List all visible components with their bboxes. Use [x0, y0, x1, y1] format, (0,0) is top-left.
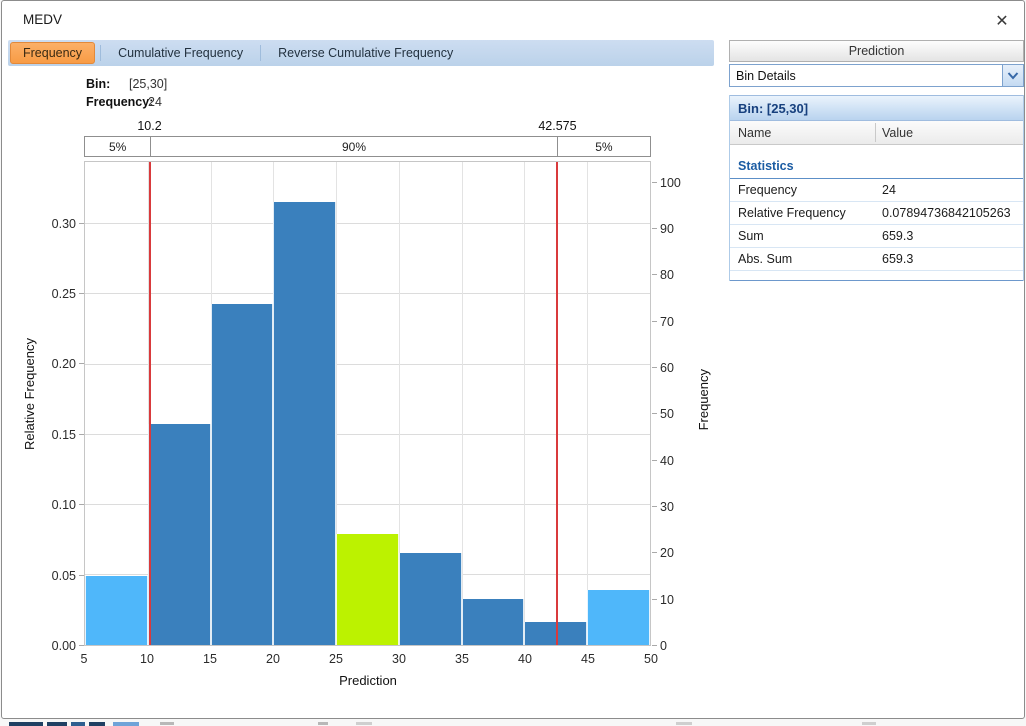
window-title: MEDV — [23, 12, 62, 27]
bin-annotation-label: Bin: — [86, 77, 110, 91]
x-axis-tick: 40 — [518, 652, 532, 666]
tab-frequency[interactable]: Frequency — [10, 42, 95, 64]
background-window-sliver — [9, 722, 43, 726]
statistics-section-header: Statistics — [730, 154, 1023, 179]
stat-name: Abs. Sum — [730, 252, 882, 266]
percentile-segment: 5% — [85, 137, 150, 156]
x-axis-tick: 50 — [644, 652, 658, 666]
percentile-value-label: 42.575 — [538, 119, 576, 133]
background-window-sliver — [356, 722, 372, 725]
x-axis-tick: 25 — [329, 652, 343, 666]
tab-strip: Frequency Cumulative Frequency Reverse Cum… — [8, 40, 714, 66]
right-axis-tick-marks — [2, 161, 658, 646]
stat-value: 659.3 — [882, 229, 1023, 243]
x-axis-tick: 30 — [392, 652, 406, 666]
right-axis-tick: 90 — [660, 222, 674, 236]
x-axis-tick-labels: 5101520253035404550 — [84, 652, 651, 668]
tick-mark — [652, 228, 657, 229]
stat-value: 0.07894736842105263 — [882, 206, 1023, 220]
tick-mark — [652, 506, 657, 507]
right-axis-tick: 20 — [660, 546, 674, 560]
tick-mark — [652, 321, 657, 322]
background-window-sliver — [113, 722, 139, 726]
x-axis-tick: 5 — [81, 652, 88, 666]
table-row[interactable]: Relative Frequency0.07894736842105263 — [730, 202, 1023, 225]
x-axis-tick: 20 — [266, 652, 280, 666]
stat-name: Frequency — [730, 183, 882, 197]
tick-mark — [652, 413, 657, 414]
right-axis-tick: 60 — [660, 361, 674, 375]
right-axis-tick-labels: 0102030405060708090100 — [660, 161, 694, 646]
bin-annotation: Bin: [25,30] — [86, 77, 110, 91]
stat-name: Relative Frequency — [730, 206, 882, 220]
background-window-sliver — [862, 722, 876, 725]
tab-cumulative-frequency[interactable]: Cumulative Frequency — [106, 42, 255, 64]
percentile-marker-labels: 10.2 42.575 — [84, 119, 651, 134]
frequency-annotation-value: 24 — [148, 95, 162, 109]
right-axis-tick: 50 — [660, 407, 674, 421]
column-header-name: Name — [730, 126, 882, 140]
x-axis-tick: 45 — [581, 652, 595, 666]
tab-reverse-cumulative-frequency[interactable]: Reverse Cumulative Frequency — [266, 42, 465, 64]
tab-separator — [260, 45, 261, 61]
right-axis-tick: 100 — [660, 176, 681, 190]
tick-mark — [652, 552, 657, 553]
tick-mark — [652, 460, 657, 461]
right-axis-tick: 70 — [660, 315, 674, 329]
percentile-value-label: 10.2 — [137, 119, 161, 133]
background-window-sliver — [318, 722, 328, 725]
table-row[interactable]: Sum659.3 — [730, 225, 1023, 248]
tick-mark — [652, 182, 657, 183]
bin-details-dropdown-value: Bin Details — [736, 69, 796, 83]
x-axis-tick: 15 — [203, 652, 217, 666]
table-bottom — [730, 271, 1023, 281]
bin-details-dropdown[interactable]: Bin Details — [729, 64, 1024, 87]
bin-annotation-value: [25,30] — [129, 77, 167, 91]
percentile-segment: 5% — [557, 137, 650, 156]
stat-value: 659.3 — [882, 252, 1023, 266]
right-axis-tick: 30 — [660, 500, 674, 514]
x-axis-title: Prediction — [339, 673, 397, 688]
right-axis-tick: 10 — [660, 593, 674, 607]
background-window-sliver — [89, 722, 105, 726]
chevron-down-icon[interactable] — [1002, 65, 1023, 86]
right-axis-tick: 40 — [660, 454, 674, 468]
table-gap — [730, 145, 1023, 154]
background-window-sliver — [160, 722, 174, 725]
tick-mark — [652, 367, 657, 368]
close-icon[interactable]: ✕ — [990, 9, 1014, 33]
bin-details-header: Bin: [25,30] — [730, 95, 1023, 121]
right-axis-tick: 0 — [660, 639, 667, 653]
background-window-sliver — [676, 722, 692, 725]
x-axis-tick: 35 — [455, 652, 469, 666]
background-window-sliver — [47, 722, 67, 726]
stat-name: Sum — [730, 229, 882, 243]
tick-mark — [652, 599, 657, 600]
tick-mark — [652, 645, 657, 646]
percentile-band: 5%90%5% — [84, 136, 651, 157]
percentile-segment: 90% — [150, 137, 556, 156]
tab-separator — [100, 45, 101, 61]
bin-details-table: Bin: [25,30] Name Value Statistics Frequ… — [729, 95, 1024, 281]
histogram-window: MEDV ✕ Frequency Cumulative Frequency Reve… — [1, 0, 1025, 719]
column-header-value: Value — [882, 126, 913, 140]
stat-value: 24 — [882, 183, 1023, 197]
frequency-annotation-label: Frequency: — [86, 95, 153, 109]
table-row[interactable]: Frequency24 — [730, 179, 1023, 202]
right-axis-title: Frequency — [696, 369, 711, 430]
column-divider — [875, 123, 876, 142]
frequency-annotation: Frequency: 24 — [86, 95, 153, 109]
table-row[interactable]: Abs. Sum659.3 — [730, 248, 1023, 271]
right-axis-tick: 80 — [660, 268, 674, 282]
tick-mark — [652, 274, 657, 275]
x-axis-tick: 10 — [140, 652, 154, 666]
panel-header-prediction[interactable]: Prediction — [729, 40, 1024, 62]
prediction-panel: Prediction Bin Details Bin: [25,30] Name… — [729, 40, 1024, 281]
background-window-sliver — [71, 722, 85, 726]
table-column-headers: Name Value — [730, 121, 1023, 145]
